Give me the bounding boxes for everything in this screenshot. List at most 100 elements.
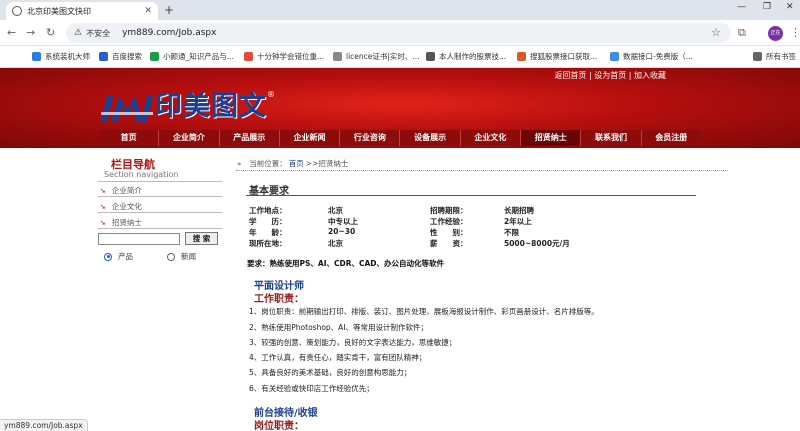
- table-row: 现所在地： 北京 薪 资： 5000~8000元/月: [249, 239, 570, 248]
- extensions-icon[interactable]: ⧉: [738, 26, 746, 40]
- breadcrumb: » 当前位置： 首页 >>招贤纳士: [237, 158, 348, 169]
- bookmark-item[interactable]: 百度搜索: [99, 51, 142, 62]
- logo-text: 印美图文: [155, 91, 267, 122]
- globe-icon: [12, 6, 22, 16]
- tab-title: 北京印美图文快印: [27, 6, 91, 16]
- list-item: 6、有关经验或快印店工作经验优先；: [249, 384, 374, 393]
- bookmark-item[interactable]: 数据接口-免费版（...: [610, 51, 693, 62]
- arrow-icon: ➘: [100, 186, 106, 195]
- url-text[interactable]: ym889.com/Job.aspx: [122, 28, 216, 38]
- bookmark-star-icon[interactable]: ☆: [711, 26, 721, 39]
- list-item: 2、熟练使用Photoshop、AI、等常用设计制作软件；: [249, 323, 429, 332]
- close-window-icon[interactable]: ✕: [786, 2, 794, 12]
- radio-unchecked-icon: [167, 252, 175, 261]
- radio-checked-icon: [104, 252, 112, 261]
- menu-icon[interactable]: ⋮: [790, 26, 800, 39]
- divider: [236, 170, 728, 171]
- divider: [98, 181, 222, 182]
- duty-title: 工作职责：: [254, 294, 304, 305]
- address-bar[interactable]: ⚠ 不安全 ym889.com/Job.aspx ☆: [66, 23, 731, 43]
- reload-icon[interactable]: ↻: [46, 26, 55, 39]
- nav-contact[interactable]: 联系我们: [581, 130, 642, 146]
- main-nav: 首页 企业简介 产品展示 企业新闻 行业咨询 设备展示 企业文化 招贤纳士 联系…: [99, 130, 701, 146]
- bookmark-item[interactable]: 系统装机大师: [32, 51, 90, 62]
- registered-mark: ®: [267, 90, 275, 99]
- search-input[interactable]: [98, 233, 180, 245]
- site-header: 返回首页 | 设为首页 | 加入收藏 印美图文 ® 首页 企业简介 产品展示 企…: [0, 68, 800, 148]
- crumb-home-link[interactable]: 首页: [289, 158, 304, 169]
- site-logo[interactable]: 印美图文 ®: [101, 90, 275, 122]
- divider: [98, 212, 222, 213]
- browser-toolbar: ← → ↻ ⚠ 不安全 ym889.com/Job.aspx ☆ ⧉ 正在 ⋮: [0, 20, 800, 46]
- close-tab-icon[interactable]: ✕: [144, 6, 152, 16]
- nav-news[interactable]: 企业新闻: [280, 130, 341, 146]
- nav-equipment[interactable]: 设备展示: [400, 130, 461, 146]
- insecure-label[interactable]: 不安全: [86, 28, 110, 39]
- nav-register[interactable]: 会员注册: [642, 130, 701, 146]
- list-item: 4、工作认真，有责任心，踏实肯干，富有团队精神；: [249, 353, 427, 362]
- browser-tab[interactable]: 北京印美图文快印 ✕: [6, 2, 158, 20]
- sidebar-subtitle: Section navigation: [104, 170, 179, 179]
- new-tab-icon[interactable]: +: [164, 3, 174, 17]
- bookmark-item[interactable]: 本人制作的股票技...: [426, 51, 506, 62]
- list-item: 5、具备良好的美术基础，良好的创意构思能力；: [249, 368, 412, 377]
- bookmark-favicon-icon: [610, 52, 619, 61]
- top-links: 返回首页 | 设为首页 | 加入收藏: [554, 71, 666, 80]
- radio-news[interactable]: 新闻: [167, 251, 196, 262]
- link-favorite[interactable]: 加入收藏: [634, 71, 666, 80]
- table-row: 学 历： 中专以上 工作经验： 2年以上: [249, 217, 532, 226]
- folder-icon: [753, 52, 762, 61]
- nav-culture[interactable]: 企业文化: [461, 130, 522, 146]
- crumb-prefix: 当前位置：: [249, 159, 287, 168]
- duty-title: 岗位职责：: [254, 421, 304, 431]
- search-button-label: 搜 索: [192, 234, 211, 243]
- bookmark-favicon-icon: [150, 52, 159, 61]
- link-set-home[interactable]: 设为首页: [594, 71, 626, 80]
- crumb-current: >>招贤纳士: [305, 159, 349, 168]
- avatar[interactable]: 正在: [768, 26, 783, 41]
- back-icon[interactable]: ←: [7, 26, 16, 39]
- sidebar-item-about[interactable]: ➘ 企业简介: [100, 185, 142, 196]
- table-row: 年 龄： 20~30 性 别： 不限: [249, 227, 519, 237]
- restore-icon[interactable]: ❐: [763, 2, 771, 12]
- search-button[interactable]: 搜 索: [185, 232, 218, 245]
- bookmark-item[interactable]: 搜狐股票接口获取...: [517, 51, 597, 62]
- software-requirement: 要求：熟练使用PS、AI、CDR、CAD、办公自动化等软件: [247, 259, 445, 268]
- bookmark-favicon-icon: [517, 52, 526, 61]
- minimize-icon[interactable]: —: [737, 2, 746, 12]
- bookmark-item[interactable]: licence证书|实时、...: [333, 51, 420, 62]
- status-bar-url: ym889.com/Job.aspx: [0, 419, 88, 431]
- bookmark-favicon-icon: [244, 52, 253, 61]
- forward-icon[interactable]: →: [26, 26, 35, 39]
- divider: [98, 228, 222, 229]
- radio-products[interactable]: 产品: [104, 251, 133, 262]
- divider: [98, 196, 222, 197]
- bookmark-item[interactable]: 十分钟学会错位重...: [244, 51, 324, 62]
- bookmark-favicon-icon: [99, 52, 108, 61]
- bookmark-favicon-icon: [32, 52, 41, 61]
- logo-mark-icon: [101, 96, 153, 122]
- nav-home[interactable]: 首页: [99, 130, 160, 146]
- bookmark-favicon-icon: [426, 52, 435, 61]
- sidebar-item-jobs[interactable]: ➘ 招贤纳士: [100, 217, 142, 228]
- nav-jobs[interactable]: 招贤纳士: [521, 130, 582, 146]
- arrow-icon: ➘: [100, 218, 106, 227]
- bookmark-favicon-icon: [333, 52, 342, 61]
- link-home[interactable]: 返回首页: [554, 71, 586, 80]
- browser-tab-strip: 北京印美图文快印 ✕ + — ❐ ✕: [0, 0, 800, 20]
- divider: [246, 195, 696, 196]
- requirements-table: 工作地点： 北京 招聘期限： 长期招聘 学 历： 中专以上 工作经验： 2年以上…: [249, 205, 669, 249]
- list-item: 1、岗位职责：前期输出打印、排版、装订、图片处理、展板海报设计制作、彩页画册设计…: [249, 307, 599, 316]
- nav-industry[interactable]: 行业咨询: [340, 130, 401, 146]
- nav-products[interactable]: 产品展示: [220, 130, 280, 146]
- arrow-icon: ➘: [100, 202, 106, 211]
- bookmarks-bar: 系统装机大师 百度搜索 小颜通_知识产品与... 十分钟学会错位重... lic…: [0, 46, 800, 68]
- warning-icon[interactable]: ⚠: [74, 28, 82, 38]
- table-row: 工作地点： 北京 招聘期限： 长期招聘: [249, 206, 534, 215]
- bookmark-item-all[interactable]: 所有书签: [753, 51, 796, 62]
- bookmark-item[interactable]: 小颜通_知识产品与...: [150, 51, 234, 62]
- double-arrow-icon: »: [237, 159, 242, 168]
- sidebar-item-culture[interactable]: ➘ 企业文化: [100, 201, 142, 212]
- nav-about[interactable]: 企业简介: [159, 130, 220, 146]
- list-item: 3、较强的创意、策划能力，良好的文字表达能力，思维敏捷；: [249, 338, 457, 347]
